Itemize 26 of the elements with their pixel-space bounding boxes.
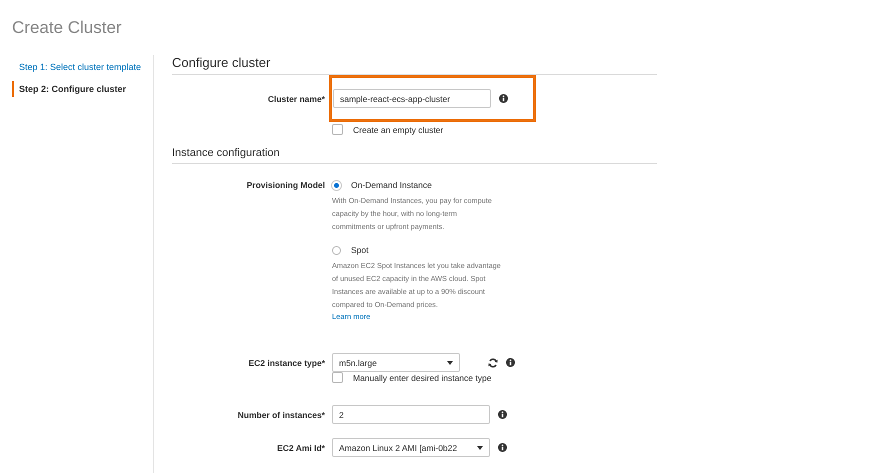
field-label: Number of instances* — [238, 409, 325, 420]
info-icon[interactable] — [498, 410, 507, 419]
info-icon[interactable] — [498, 443, 507, 452]
field-label: Provisioning Model — [246, 179, 325, 190]
radio-label: Spot — [351, 245, 368, 255]
checkbox-label: Manually enter desired instance type — [353, 372, 492, 382]
checkbox[interactable] — [332, 372, 343, 383]
field-label: Cluster name* — [268, 94, 325, 104]
cluster-name-input[interactable]: sample-react-ecs-app-cluster — [333, 89, 491, 108]
page-title: Create Cluster — [12, 18, 123, 38]
wizard-step[interactable]: Step 2: Configure cluster — [12, 81, 126, 97]
radio-button[interactable] — [332, 246, 341, 254]
section-heading: Instance configuration — [172, 147, 657, 164]
section-heading: Configure cluster — [172, 55, 657, 75]
wizard-step[interactable]: Step 1: Select cluster template — [12, 59, 142, 75]
info-icon[interactable] — [506, 358, 515, 367]
info-icon[interactable] — [499, 94, 508, 103]
checkbox-label: Create an empty cluster — [353, 124, 444, 134]
checkbox[interactable] — [332, 124, 343, 135]
instance-count-input[interactable]: 2 — [332, 405, 490, 424]
field-label: EC2 instance type* — [248, 357, 325, 368]
field-label: EC2 Ami Id* — [277, 442, 325, 453]
radio-label: On-Demand Instance — [351, 180, 432, 190]
instance-type-dropdown[interactable]: m5n.large — [332, 353, 460, 372]
ami-dropdown[interactable]: Amazon Linux 2 AMI [ami-0b22 — [332, 438, 490, 457]
refresh-icon[interactable] — [488, 358, 498, 368]
